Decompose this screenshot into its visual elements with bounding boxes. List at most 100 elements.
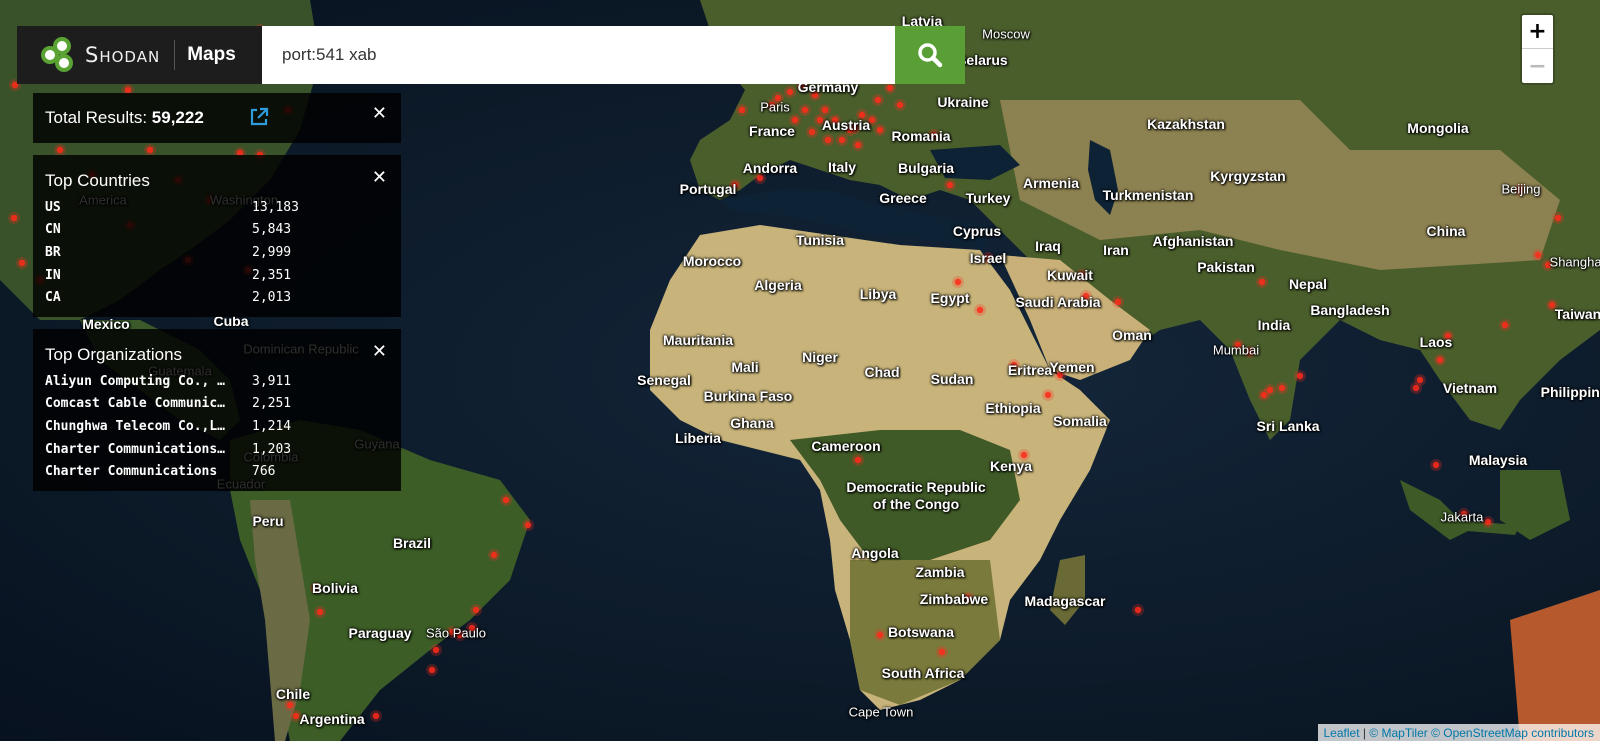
result-marker-glow — [974, 304, 986, 316]
result-marker-glow — [944, 179, 956, 191]
result-marker-glow — [1294, 370, 1306, 382]
org-name: Aliyun Computing Co., … — [45, 373, 226, 389]
country-row: CN 5,843 — [45, 219, 393, 242]
result-marker-glow — [874, 629, 886, 641]
result-marker-glow — [809, 89, 821, 101]
org-row: Aliyun Computing Co., … 3,911 — [45, 370, 393, 393]
result-marker-glow — [1054, 369, 1066, 381]
result-marker-glow — [928, 129, 940, 141]
country-name: IN — [45, 267, 61, 283]
org-name: Chunghwa Telecom Co.,L… — [45, 418, 226, 434]
search-input[interactable] — [262, 26, 895, 84]
result-marker-glow — [1256, 276, 1268, 288]
total-results-text: Total Results: 59,222 — [45, 108, 204, 128]
country-row: IN 2,351 — [45, 264, 393, 287]
attribution-separator: | — [1359, 725, 1370, 740]
shodan-logo-icon — [41, 37, 77, 73]
result-marker-glow — [1514, 184, 1526, 196]
leaflet-link[interactable]: Leaflet — [1324, 726, 1360, 740]
result-marker-glow — [822, 134, 834, 146]
org-row: Comcast Cable Communic… 2,251 — [45, 393, 393, 416]
result-marker-glow — [466, 622, 478, 634]
result-marker-glow — [290, 710, 302, 722]
result-marker-glow — [1532, 249, 1544, 261]
result-marker-glow — [1276, 382, 1288, 394]
result-marker-glow — [1076, 269, 1088, 281]
close-icon[interactable]: ✕ — [372, 341, 387, 362]
result-marker-glow — [784, 86, 796, 98]
result-marker-glow — [736, 104, 748, 116]
osm-link[interactable]: © OpenStreetMap contributors — [1431, 726, 1594, 740]
result-marker-glow — [522, 519, 534, 531]
total-results-label: Total Results: — [45, 108, 148, 127]
top-organizations-list: Aliyun Computing Co., … 3,911 Comcast Cabl… — [45, 370, 393, 483]
result-marker-glow — [814, 114, 826, 126]
result-marker-glow — [952, 276, 964, 288]
country-row: CA 2,013 — [45, 286, 393, 309]
result-marker-glow — [1232, 339, 1244, 351]
zoom-in-button[interactable]: + — [1522, 15, 1553, 49]
result-marker-glow — [936, 646, 948, 658]
org-count: 1,203 — [252, 441, 292, 457]
country-count: 13,183 — [252, 199, 299, 215]
result-marker-glow — [454, 629, 466, 641]
result-marker-glow — [1552, 212, 1564, 224]
search-button[interactable] — [895, 26, 965, 84]
result-marker-glow — [500, 494, 512, 506]
result-marker-glow — [1132, 604, 1144, 616]
country-count: 5,843 — [252, 222, 292, 238]
result-marker-glow — [894, 99, 906, 111]
result-marker-glow — [836, 134, 848, 146]
country-name: US — [45, 199, 61, 215]
org-count: 1,214 — [252, 418, 292, 434]
australia-landmass — [1510, 590, 1600, 741]
map-attribution: Leaflet | © MapTiler © OpenStreetMap con… — [1317, 724, 1600, 741]
result-marker-glow — [852, 139, 864, 151]
result-marker-glow — [1258, 389, 1270, 401]
result-marker-glow — [1458, 508, 1470, 520]
close-icon[interactable]: ✕ — [372, 103, 387, 124]
close-icon[interactable]: ✕ — [372, 167, 387, 188]
brand-name: Shodan — [85, 43, 161, 67]
org-name: Comcast Cable Communic… — [45, 396, 226, 412]
country-name: CA — [45, 290, 61, 306]
result-marker-glow — [1546, 299, 1558, 311]
zoom-out-button[interactable]: − — [1522, 49, 1553, 83]
result-marker-glow — [799, 104, 811, 116]
maptiler-link[interactable]: © MapTiler — [1369, 726, 1427, 740]
result-marker-glow — [1112, 296, 1124, 308]
result-marker-glow — [310, 582, 322, 594]
country-count: 2,351 — [252, 267, 292, 283]
result-marker-glow — [16, 257, 28, 269]
total-results-value: 59,222 — [151, 108, 204, 127]
zoom-control: + − — [1520, 13, 1555, 85]
result-marker-glow — [1442, 330, 1454, 342]
result-marker-glow — [849, 122, 861, 134]
result-marker-glow — [982, 252, 994, 264]
result-marker-glow — [872, 94, 884, 106]
org-row: Chunghwa Telecom Co.,L… 1,214 — [45, 415, 393, 438]
result-marker-glow — [1542, 259, 1554, 271]
result-marker-glow — [866, 114, 878, 126]
result-marker-glow — [1042, 389, 1054, 401]
country-name: CN — [45, 222, 61, 238]
result-marker-glow — [1414, 374, 1426, 386]
result-marker-glow — [806, 126, 818, 138]
result-marker-glow — [852, 454, 864, 466]
result-marker-glow — [1434, 354, 1446, 366]
org-count: 2,251 — [252, 396, 292, 412]
total-results-panel: Total Results: 59,222 ✕ — [33, 93, 401, 143]
org-name: Charter Communications — [45, 464, 218, 480]
shodan-brand-header[interactable]: Shodan Maps — [17, 26, 262, 84]
external-link-icon[interactable] — [249, 107, 269, 132]
country-count: 2,999 — [252, 244, 292, 260]
madagascar — [1050, 555, 1085, 625]
result-marker-glow — [370, 710, 382, 722]
result-marker-glow — [1018, 449, 1030, 461]
result-marker-glow — [426, 664, 438, 676]
country-row: BR 2,999 — [45, 241, 393, 264]
result-marker-glow — [1499, 319, 1511, 331]
result-marker-glow — [488, 549, 500, 561]
result-marker-glow — [314, 606, 326, 618]
top-countries-list: US 13,183 CN 5,843 BR 2,999 IN 2,351 CA 2,013 — [45, 196, 393, 309]
